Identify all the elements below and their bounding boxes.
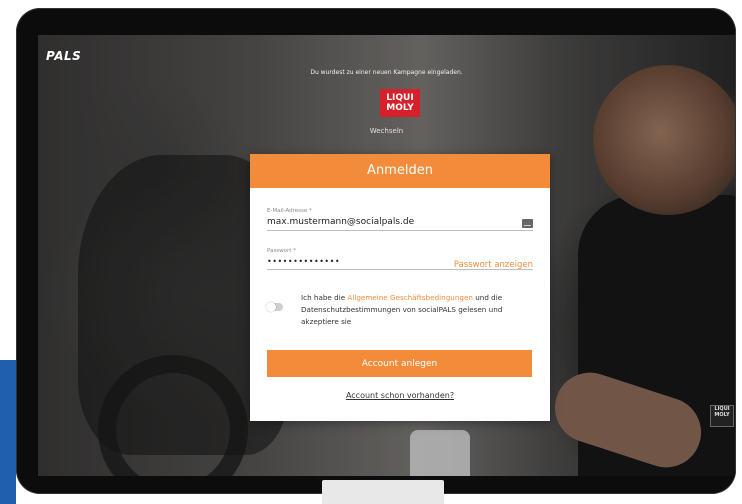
login-modal: Anmelden E-Mail-Adresse * max.mustermann… bbox=[250, 154, 550, 421]
jacket-logo: LIQUI MOLY bbox=[710, 405, 734, 427]
existing-account-link[interactable]: Account schon vorhanden? bbox=[250, 391, 550, 400]
invite-message: Du wurdest zu einer neuen Kampagne einge… bbox=[310, 69, 463, 76]
password-label: Passwort * bbox=[267, 248, 296, 254]
terms-link[interactable]: Allgemeine Geschäftsbedingungen bbox=[347, 293, 473, 302]
terms-text: Ich habe die Allgemeine Geschäftsbedingu… bbox=[301, 292, 533, 328]
show-password-link[interactable]: Passwort anzeigen bbox=[454, 260, 533, 270]
app-screen: PALS Du wurdest zu einer neuen Kampagne … bbox=[38, 35, 735, 476]
create-account-button[interactable]: Account anlegen bbox=[267, 350, 532, 377]
email-input[interactable]: max.mustermann@socialpals.de bbox=[267, 217, 533, 227]
email-underline bbox=[267, 230, 533, 231]
terms-toggle[interactable] bbox=[266, 302, 283, 312]
jacket-logo-line2: MOLY bbox=[714, 412, 730, 418]
partner-logo: LIQUI MOLY bbox=[380, 89, 420, 117]
partner-logo-line1: LIQUI bbox=[386, 93, 414, 103]
switch-campaign-link[interactable]: Wechseln bbox=[38, 127, 735, 135]
terms-consent: Ich habe die Allgemeine Geschäftsbedingu… bbox=[266, 292, 533, 328]
device-screen-wrapper: PALS Du wurdest zu einer neuen Kampagne … bbox=[16, 8, 736, 494]
modal-title: Anmelden bbox=[250, 154, 550, 188]
password-field[interactable]: Passwort * •••••••••••••• Passwort anzei… bbox=[267, 248, 533, 270]
contact-card-icon[interactable] bbox=[522, 219, 533, 228]
partner-logo-line2: MOLY bbox=[386, 103, 414, 113]
email-label: E-Mail-Adresse * bbox=[267, 208, 312, 214]
brand-logo: PALS bbox=[46, 49, 82, 63]
terms-text-before: Ich habe die bbox=[301, 293, 348, 302]
email-field[interactable]: E-Mail-Adresse * max.mustermann@socialpa… bbox=[267, 208, 533, 231]
side-accent-bar bbox=[0, 360, 16, 504]
